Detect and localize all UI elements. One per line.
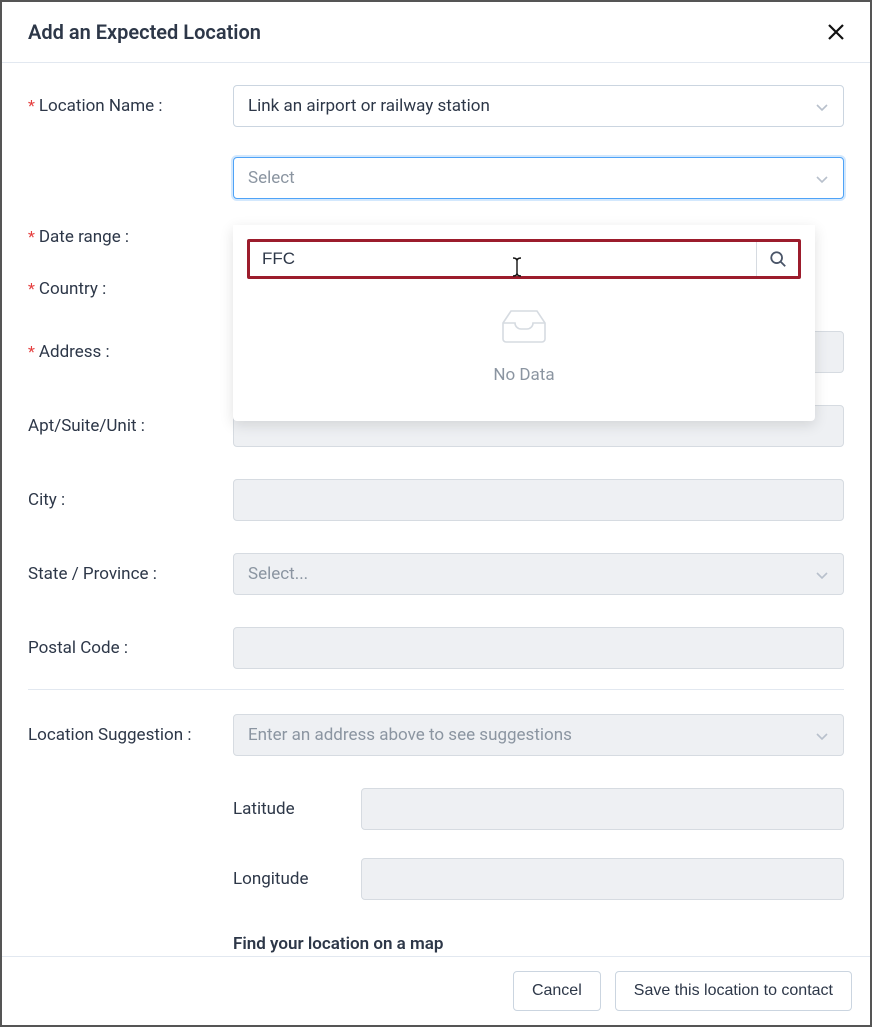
label-date-range: * Date range : xyxy=(28,227,233,247)
latitude-input[interactable] xyxy=(361,788,844,830)
latlong-block: Latitude Longitude xyxy=(233,788,844,900)
select-value: Link an airport or railway station xyxy=(248,96,490,116)
label-state: State / Province : xyxy=(28,564,233,584)
location-subselect[interactable]: Select xyxy=(233,157,844,199)
row-longitude: Longitude xyxy=(233,858,844,900)
empty-text: No Data xyxy=(493,365,554,385)
label-country: * Country : xyxy=(28,279,233,299)
required-asterisk: * xyxy=(28,281,35,297)
city-input[interactable] xyxy=(233,479,844,521)
modal-title: Add an Expected Location xyxy=(28,20,261,44)
state-select[interactable]: Select... xyxy=(233,553,844,595)
chevron-down-icon xyxy=(815,728,829,742)
label-text: Address : xyxy=(39,342,110,362)
select-placeholder: Select... xyxy=(248,564,308,584)
dropdown-search-button[interactable] xyxy=(756,242,798,276)
label-text: State / Province : xyxy=(28,564,157,584)
label-text: Apt/Suite/Unit : xyxy=(28,416,145,436)
chevron-down-icon xyxy=(815,567,829,581)
row-latitude: Latitude xyxy=(233,788,844,830)
dropdown-search-input[interactable] xyxy=(250,242,756,276)
modal-body: * Location Name : Link an airport or rai… xyxy=(2,63,870,978)
label-latitude: Latitude xyxy=(233,799,361,819)
row-state: State / Province : Select... xyxy=(28,553,844,595)
modal-header: Add an Expected Location xyxy=(2,2,870,63)
close-button[interactable] xyxy=(826,22,846,42)
label-location-name: * Location Name : xyxy=(28,96,233,116)
section-divider xyxy=(28,689,844,690)
close-icon xyxy=(827,23,845,41)
dropdown-empty-state: No Data xyxy=(247,279,801,401)
required-asterisk: * xyxy=(28,229,35,245)
modal-footer: Cancel Save this location to contact xyxy=(2,956,870,1025)
row-location-subselect: Select xyxy=(28,157,844,199)
row-suggestion: Location Suggestion : Enter an address a… xyxy=(28,714,844,756)
label-postal: Postal Code : xyxy=(28,638,233,658)
inbox-icon xyxy=(497,305,551,351)
dropdown-search-wrap xyxy=(247,239,801,279)
location-dropdown-panel: No Data xyxy=(233,225,815,421)
required-asterisk: * xyxy=(28,98,35,114)
row-postal: Postal Code : xyxy=(28,627,844,669)
required-asterisk: * xyxy=(28,344,35,360)
modal-add-expected-location: Add an Expected Location * Location Name… xyxy=(0,0,872,1027)
select-placeholder: Enter an address above to see suggestion… xyxy=(248,725,572,745)
search-icon xyxy=(769,250,787,268)
row-city: City : xyxy=(28,479,844,521)
label-text: City : xyxy=(28,490,65,510)
label-text: Location Suggestion : xyxy=(28,725,191,745)
chevron-down-icon xyxy=(815,99,829,113)
chevron-down-icon xyxy=(815,171,829,185)
postal-input[interactable] xyxy=(233,627,844,669)
label-suggestion: Location Suggestion : xyxy=(28,725,233,745)
suggestion-select[interactable]: Enter an address above to see suggestion… xyxy=(233,714,844,756)
label-text: Location Name : xyxy=(39,96,163,116)
label-text: Postal Code : xyxy=(28,638,128,658)
label-address: * Address : xyxy=(28,342,233,362)
label-city: City : xyxy=(28,490,233,510)
row-location-name: * Location Name : Link an airport or rai… xyxy=(28,85,844,127)
save-button[interactable]: Save this location to contact xyxy=(615,971,852,1011)
label-longitude: Longitude xyxy=(233,869,361,889)
select-placeholder: Select xyxy=(248,168,295,188)
location-type-select[interactable]: Link an airport or railway station xyxy=(233,85,844,127)
label-text: Country : xyxy=(39,279,106,299)
label-apt: Apt/Suite/Unit : xyxy=(28,416,233,436)
longitude-input[interactable] xyxy=(361,858,844,900)
label-text: Date range : xyxy=(39,227,129,247)
cancel-button[interactable]: Cancel xyxy=(513,971,601,1011)
